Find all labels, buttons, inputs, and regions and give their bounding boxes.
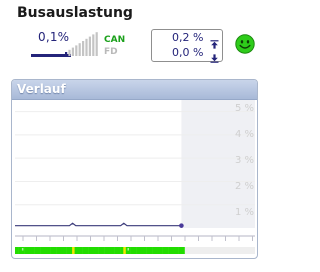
- status-strip-segment: [130, 247, 134, 254]
- status-strip-segment: [101, 247, 105, 254]
- status-strip-segment: [159, 247, 163, 254]
- status-strip-segment: [146, 247, 150, 254]
- bus-load-bar: [92, 34, 95, 56]
- status-strip-segment: [47, 247, 51, 254]
- status-strip-segment: [63, 247, 67, 254]
- status-strip-segment: [152, 247, 156, 254]
- status-strip-segment: [114, 247, 118, 254]
- page-title: Busauslastung: [17, 5, 133, 21]
- bus-load-bar: [85, 38, 88, 56]
- bus-load-bar: [75, 45, 78, 56]
- bus-load-bar: [71, 47, 74, 56]
- peak-max-value: 0,2 %: [172, 31, 204, 44]
- status-strip-segment: [34, 247, 38, 254]
- tick-label-4: 4 %: [234, 129, 254, 140]
- status-strip-segment: [24, 247, 28, 254]
- status-strip-segment: [31, 247, 35, 254]
- status-strip-segment: [117, 247, 121, 254]
- bus-load-indicator: [31, 54, 71, 57]
- status-strip-segment: [143, 247, 147, 254]
- status-strip-segment: [79, 247, 83, 254]
- status-strip-segment: [107, 247, 112, 254]
- status-strip-segment: [40, 247, 44, 254]
- status-strip-segment: [43, 247, 48, 254]
- arrow-down-to-line-icon: [210, 48, 219, 67]
- status-strip-segment: [75, 247, 80, 254]
- bus-load-bar: [95, 32, 98, 56]
- history-panel: Verlauf 5 % 4 % 3 % 2 % 1 %: [11, 79, 258, 259]
- tick-label-1: 1 %: [234, 207, 254, 218]
- status-strip-segment: [98, 247, 102, 254]
- status-strip-segment: [88, 247, 92, 254]
- status-strip-tick: [21, 248, 24, 251]
- status-strip-segment: [82, 247, 86, 254]
- tick-label-2: 2 %: [234, 181, 254, 192]
- status-strip-segment: [85, 247, 89, 254]
- status-strip-segment: [56, 247, 60, 254]
- bus-load-bar: [82, 41, 85, 56]
- status-strip-segment: [111, 247, 115, 254]
- status-strip-segment: [155, 247, 160, 254]
- history-chart: [15, 100, 255, 254]
- bus-type-fd: FD: [104, 47, 118, 57]
- status-strip-segment: [50, 247, 54, 254]
- status-strip-segment: [53, 247, 57, 254]
- status-strip-segment: [136, 247, 140, 254]
- status-strip-segment: [59, 247, 64, 254]
- bus-load-bar: [88, 36, 91, 56]
- tick-label-3: 3 %: [234, 155, 254, 166]
- peak-min-value: 0,0 %: [172, 46, 204, 59]
- status-strip-segment: [149, 247, 153, 254]
- status-strip-peak-marker: [72, 247, 75, 254]
- status-strip-segment: [181, 247, 185, 254]
- status-strip-segment: [27, 247, 32, 254]
- status-strip-segment: [168, 247, 172, 254]
- current-value-marker: [179, 223, 184, 228]
- status-strip-segment: [37, 247, 41, 254]
- peak-values-box: 0,2 % 0,0 %: [151, 29, 223, 63]
- status-strip-segment: [95, 247, 99, 254]
- status-strip-segment: [178, 247, 182, 254]
- status-strip-segment: [66, 247, 70, 254]
- status-strip-segment: [165, 247, 169, 254]
- tick-label-5: 5 %: [234, 103, 254, 114]
- status-strip-segment: [91, 247, 96, 254]
- status-strip-segment: [175, 247, 179, 254]
- status-strip-segment: [139, 247, 144, 254]
- status-strip-segment: [104, 247, 108, 254]
- series-line: [15, 222, 182, 227]
- status-strip-segment: [162, 247, 166, 254]
- status-strip-peak-marker: [123, 247, 126, 254]
- status-strip-segment: [171, 247, 176, 254]
- status-strip-tick: [127, 248, 129, 251]
- status-strip-segment: [18, 247, 22, 254]
- smiley-happy-icon: [235, 34, 255, 54]
- bus-type-can: CAN: [104, 35, 126, 45]
- bus-load-bar: [78, 43, 81, 56]
- status-strip-segment: [15, 247, 19, 254]
- status-strip-segment: [133, 247, 137, 254]
- bus-load-value: 0,1%: [38, 30, 70, 44]
